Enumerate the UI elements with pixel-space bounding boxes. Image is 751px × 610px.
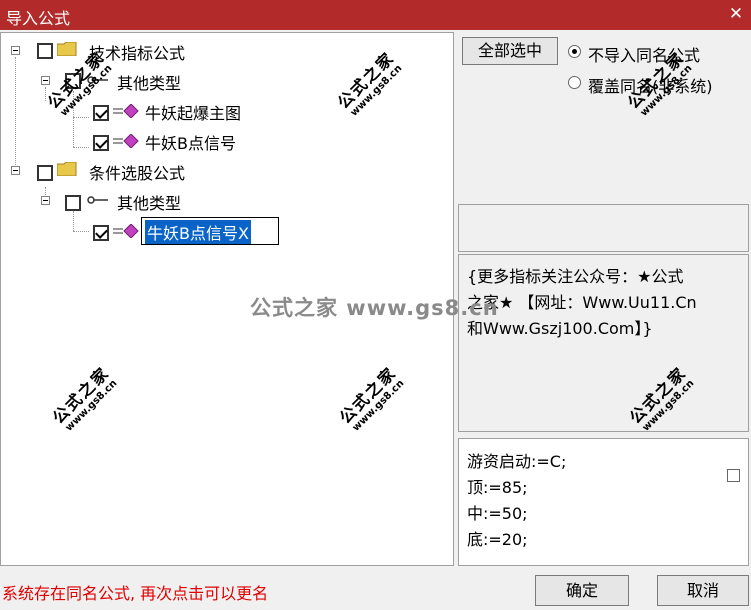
tree-line	[73, 211, 74, 231]
radio-skip-same-name[interactable]	[568, 45, 581, 58]
radio-overwrite-same-name[interactable]	[568, 76, 581, 89]
title-bar: 导入公式 ✕	[0, 0, 751, 30]
tree-label: 其他类型	[117, 194, 182, 213]
code-preview-box[interactable]: 游资启动:=C; 顶:=85; 中:=50; 底:=20;	[458, 438, 749, 566]
collapse-icon[interactable]	[11, 46, 20, 55]
ok-button[interactable]: 确定	[535, 575, 629, 606]
checkbox-root1-child[interactable]	[65, 73, 81, 89]
tree-label[interactable]: 牛妖B点信号X	[145, 220, 251, 244]
tree-label: 牛妖起爆主图	[145, 104, 242, 123]
collapse-icon[interactable]	[11, 166, 20, 175]
collapse-icon[interactable]	[41, 76, 50, 85]
option-overwrite-same-name[interactable]: 覆盖同名(非系统)	[568, 73, 748, 96]
tree-line	[73, 147, 89, 148]
code-line: 顶:=85;	[467, 478, 528, 497]
folder-icon	[57, 162, 77, 176]
checkbox-item[interactable]	[93, 225, 109, 241]
checkbox-root2[interactable]	[37, 165, 53, 181]
formula-icon	[113, 224, 139, 238]
collapse-icon[interactable]	[41, 196, 50, 205]
empty-info-box	[458, 204, 749, 252]
option-skip-same-name[interactable]: 不导入同名公式	[568, 42, 748, 65]
formula-icon	[113, 104, 139, 118]
checkbox-root1[interactable]	[37, 43, 53, 59]
description-box: {更多指标关注公众号：★公式 之家★ 【网址：Www.Uu11.Cn 和Www.…	[458, 254, 749, 432]
option-label: 覆盖同名(非系统)	[588, 77, 713, 96]
key-icon	[87, 76, 108, 84]
checkbox-item[interactable]	[93, 105, 109, 121]
close-icon[interactable]: ✕	[725, 3, 747, 25]
checkbox-root2-child[interactable]	[65, 195, 81, 211]
tree-item-selected[interactable]: 牛妖B点信号X	[89, 217, 389, 245]
code-line: 游资启动:=C;	[467, 452, 567, 471]
tree-item[interactable]: 牛妖起爆主图	[89, 100, 389, 123]
tree-label: 其他类型	[117, 74, 182, 93]
option-label: 不导入同名公式	[588, 46, 701, 65]
tree-line	[73, 117, 89, 118]
description-line: 之家★ 【网址：Www.Uu11.Cn	[467, 293, 697, 312]
tree-line	[15, 57, 16, 175]
preview-checkbox[interactable]	[727, 469, 740, 482]
checkbox-item[interactable]	[93, 135, 109, 151]
tree-line	[73, 231, 89, 232]
window-title: 导入公式	[6, 9, 71, 28]
tree-node-root1-child[interactable]: 其他类型	[39, 70, 339, 93]
description-line: {更多指标关注公众号：★公式	[467, 267, 684, 286]
tree-label: 条件选股公式	[89, 164, 186, 183]
tree-line	[73, 91, 74, 147]
tree-label: 技术指标公式	[89, 44, 186, 63]
formula-icon	[113, 134, 139, 148]
code-line: 中:=50;	[467, 504, 528, 523]
tree-node-root2[interactable]: 条件选股公式	[9, 160, 409, 183]
select-all-button[interactable]: 全部选中	[462, 37, 558, 65]
tree-node-root1[interactable]: 技术指标公式	[9, 40, 409, 63]
cancel-button[interactable]: 取消	[657, 575, 749, 606]
folder-icon	[57, 42, 77, 56]
tree-item[interactable]: 牛妖B点信号	[89, 130, 389, 153]
code-line: 底:=20;	[467, 530, 528, 549]
key-icon	[87, 196, 108, 204]
tree-node-root2-child[interactable]: 其他类型	[39, 190, 339, 213]
tree-label: 牛妖B点信号	[145, 134, 236, 153]
description-line: 和Www.Gszj100.Com】}	[467, 319, 653, 338]
formula-tree[interactable]: 技术指标公式 其他类型 牛妖起爆主图 牛妖B点信号 条件选股公式 其他类型 牛妖…	[0, 32, 454, 566]
status-message: 系统存在同名公式, 再次点击可以更名	[2, 584, 269, 603]
